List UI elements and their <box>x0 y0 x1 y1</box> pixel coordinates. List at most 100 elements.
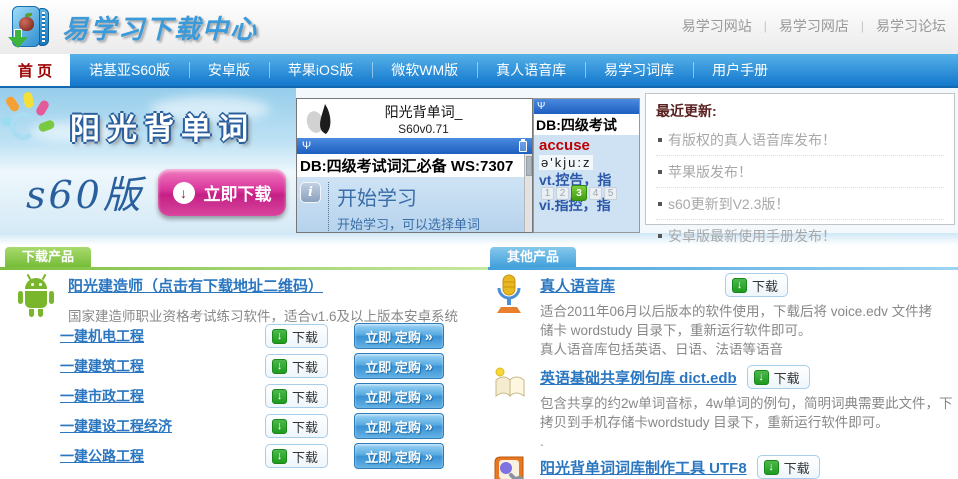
update-item[interactable]: 有版权的真人语音库发布！ <box>656 124 944 156</box>
order-now-button[interactable]: 立即 定购» <box>354 443 444 469</box>
banner-edition-label: s60版 <box>26 164 144 219</box>
nav-item-dictionary[interactable]: 易学习词库 <box>585 54 693 86</box>
product-link[interactable]: 阳光背单词词库制作工具 UTF8 <box>540 457 747 478</box>
chevron-right-icon: » <box>425 418 433 434</box>
separator: | <box>764 19 767 33</box>
nav-item-manual[interactable]: 用户手册 <box>693 54 787 86</box>
download-button[interactable]: ↓下载 <box>265 354 328 378</box>
download-circle-icon: ↓ <box>173 182 195 204</box>
order-label: 立即 定购 <box>365 447 421 466</box>
download-button[interactable]: ↓下载 <box>757 455 820 479</box>
pagination: 1 2 3 4 5 <box>541 185 634 201</box>
download-button[interactable]: ↓下载 <box>265 384 328 408</box>
other-product-sentences: 英语基础共享例句库 dict.edb ↓下载 包含共享的约2w单词音标，4w单词… <box>492 365 958 451</box>
link-forum[interactable]: 易学习论坛 <box>876 16 946 36</box>
update-item[interactable]: s60更新到V2.3版！ <box>656 188 944 220</box>
nav-item-ios[interactable]: 苹果iOS版 <box>269 54 372 86</box>
banner-left-panel: 阳光背单词 s60版 ↓ 立即下载 <box>0 88 296 233</box>
site-logo[interactable]: 易学习下载中心 <box>8 4 258 51</box>
product-link[interactable]: 真人语音库 <box>540 275 615 296</box>
scrollbar[interactable] <box>524 154 532 232</box>
order-now-button[interactable]: 立即 定购» <box>354 353 444 379</box>
download-icon: ↓ <box>272 359 287 374</box>
tab-download-products[interactable]: 下载产品 <box>5 247 91 267</box>
order-now-button[interactable]: 立即 定购» <box>354 413 444 439</box>
app-screenshot-main: 阳光背单词_ S60v0.71 Ψ DB:四级考试词汇必备 WS:7307 i … <box>296 98 533 233</box>
product-link[interactable]: 一建公路工程 <box>60 446 265 466</box>
page-number[interactable]: 4 <box>589 187 602 200</box>
chevron-right-icon: » <box>425 448 433 464</box>
product-row: 一建公路工程 ↓下载 立即 定购» <box>60 441 480 471</box>
desc-line: . <box>540 432 953 451</box>
update-text: 有版权的真人语音库发布！ <box>668 130 836 150</box>
product-link[interactable]: 一建市政工程 <box>60 386 265 406</box>
bullet-icon <box>658 170 662 174</box>
update-text: s60更新到V2.3版！ <box>668 194 789 214</box>
bullet-icon <box>658 202 662 206</box>
download-button[interactable]: ↓下载 <box>265 414 328 438</box>
download-button[interactable]: ↓下载 <box>747 365 810 389</box>
desc-line: 真人语音库包括英语、日语、法语等语音 <box>540 340 932 359</box>
banner-product-title: 阳光背单词 <box>70 104 255 148</box>
featured-product: 阳光建造师（点击有下载地址二维码） 国家建造师职业资格考试练习软件，适合v1.6… <box>16 275 458 325</box>
page-number[interactable]: 2 <box>556 187 569 200</box>
desc-line: 拷贝到手机存储卡wordstudy 目录下，重新运行软件即可。 <box>540 413 953 432</box>
phone-status-bar: Ψ <box>297 138 532 154</box>
recent-updates-title: 最近更新: <box>656 101 944 124</box>
link-shop[interactable]: 易学习网店 <box>779 16 849 36</box>
app-menu-area: i 开始学习 开始学习，可以选择单词 <box>297 177 532 232</box>
product-row: 一建市政工程 ↓下载 立即 定购» <box>60 381 480 411</box>
update-item[interactable]: 苹果版发布！ <box>656 156 944 188</box>
product-link[interactable]: 一建机电工程 <box>60 326 265 346</box>
nav-item-wm[interactable]: 微软WM版 <box>372 54 477 86</box>
blue-underline <box>488 267 958 270</box>
desc-line: 储卡 wordstudy 目录下，重新运行软件即可。 <box>540 321 932 340</box>
page-number-active[interactable]: 3 <box>571 185 587 201</box>
nav-item-android[interactable]: 安卓版 <box>189 54 269 86</box>
tab-other-products[interactable]: 其他产品 <box>490 247 576 267</box>
scrollbar-thumb[interactable] <box>526 156 532 176</box>
nav-item-home[interactable]: 首 页 <box>0 54 70 86</box>
desc-line: 适合2011年06月以后版本的软件使用，下载后将 voice.edv 文件拷 <box>540 302 932 321</box>
schoolbag-download-icon <box>8 4 52 51</box>
battery-icon <box>519 141 527 152</box>
app-screenshot-word: Ψ DB:四级考试 accuse ə'kju:z vt.控告，指 1 2 3 4… <box>533 98 640 233</box>
product-link[interactable]: 一建建设工程经济 <box>60 416 265 436</box>
chevron-right-icon: » <box>425 328 433 344</box>
order-now-button[interactable]: 立即 定购» <box>354 323 444 349</box>
site-header: 易学习下载中心 易学习网站 | 易学习网店 | 易学习论坛 <box>0 0 958 54</box>
page-number[interactable]: 1 <box>541 187 554 200</box>
download-icon: ↓ <box>272 419 287 434</box>
download-label: 下载 <box>784 458 810 477</box>
order-label: 立即 定购 <box>365 327 421 346</box>
download-label: 下载 <box>752 276 778 295</box>
order-now-button[interactable]: 立即 定购» <box>354 383 444 409</box>
tool-book-icon <box>492 455 528 479</box>
product-row: 一建建设工程经济 ↓下载 立即 定购» <box>60 411 480 441</box>
product-link[interactable]: 一建建筑工程 <box>60 356 265 376</box>
word-card: accuse ə'kju:z vt.控告，指 1 2 3 4 5 vi.指控，指 <box>534 135 639 214</box>
separator: | <box>861 19 864 33</box>
nav-item-nokia-s60[interactable]: 诺基亚S60版 <box>70 54 189 86</box>
android-icon <box>16 275 56 319</box>
product-list: 一建机电工程 ↓下载 立即 定购» 一建建筑工程 ↓下载 立即 定购» 一建市政… <box>60 321 480 471</box>
download-label: 下载 <box>774 368 800 387</box>
download-label: 下载 <box>292 447 318 466</box>
content-area: 下载产品 其他产品 阳光建造师（点击有下载地址二维码） 国家建造师职业资格考试练… <box>0 245 958 477</box>
link-website[interactable]: 易学习网站 <box>682 16 752 36</box>
product-desc: 包含共享的约2w单词音标，4w单词的例句，简明词典需要此文件，下 拷贝到手机存储… <box>540 394 953 451</box>
promo-banner: 阳光背单词 s60版 ↓ 立即下载 阳光背单词_ S60v0.71 Ψ DB:四… <box>0 88 958 233</box>
download-button[interactable]: ↓下载 <box>265 444 328 468</box>
featured-product-link[interactable]: 阳光建造师（点击有下载地址二维码） <box>68 275 458 296</box>
download-icon: ↓ <box>272 329 287 344</box>
banner-download-button[interactable]: ↓ 立即下载 <box>158 169 286 216</box>
nav-item-voice-library[interactable]: 真人语音库 <box>477 54 585 86</box>
recent-updates-panel: 最近更新: 有版权的真人语音库发布！ 苹果版发布！ s60更新到V2.3版！ 安… <box>645 93 955 225</box>
product-link[interactable]: 英语基础共享例句库 dict.edb <box>540 367 737 388</box>
db-status-line: DB:四级考试 <box>534 114 639 135</box>
order-label: 立即 定购 <box>365 387 421 406</box>
download-button[interactable]: ↓下载 <box>725 273 788 297</box>
page-number[interactable]: 5 <box>604 187 617 200</box>
download-button[interactable]: ↓下载 <box>265 324 328 348</box>
download-arrow-icon <box>8 37 28 48</box>
